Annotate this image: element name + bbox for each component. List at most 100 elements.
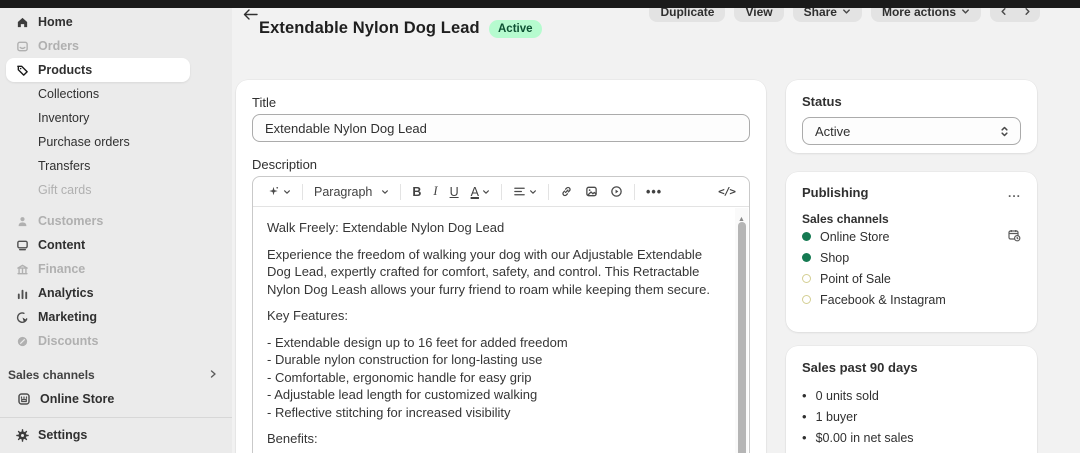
bold-button[interactable]: B xyxy=(408,182,425,202)
title-label: Title xyxy=(252,95,750,110)
chevron-down-icon xyxy=(961,7,970,16)
underline-button[interactable]: U xyxy=(446,182,463,202)
sidebar-item-label: Home xyxy=(38,15,73,29)
sidebar-item-discounts[interactable]: Discounts xyxy=(6,329,224,353)
align-left-icon xyxy=(513,185,526,198)
sidebar-item-orders[interactable]: Orders xyxy=(6,34,224,58)
gear-icon xyxy=(14,427,30,443)
storefront-icon xyxy=(16,391,32,407)
channel-label: Shop xyxy=(820,251,849,265)
show-html-button[interactable]: </> xyxy=(714,182,739,201)
sidebar-item-label: Inventory xyxy=(38,111,89,125)
discount-icon xyxy=(14,333,30,349)
sidebar-item-content[interactable]: Content xyxy=(6,233,224,257)
top-bar xyxy=(0,0,1080,8)
link-icon xyxy=(560,185,573,198)
schedule-icon[interactable] xyxy=(1007,228,1021,245)
chevron-down-icon xyxy=(842,7,851,16)
description-content[interactable]: Walk Freely: Extendable Nylon Dog Lead E… xyxy=(253,207,749,453)
editor-toolbar: Paragraph B I U A xyxy=(253,177,749,207)
status-card-title: Status xyxy=(802,94,1021,109)
sidebar-item-purchase-orders[interactable]: Purchase orders xyxy=(6,130,224,154)
inactive-channel-dot xyxy=(802,274,811,283)
inactive-channel-dot xyxy=(802,295,811,304)
sidebar-item-marketing[interactable]: Marketing xyxy=(6,305,224,329)
sidebar-item-label: Marketing xyxy=(38,310,97,324)
paragraph-style-label: Paragraph xyxy=(314,185,372,199)
insert-video-button[interactable] xyxy=(606,182,627,201)
sidebar-item-collections[interactable]: Collections xyxy=(6,82,224,106)
status-select[interactable]: Active xyxy=(802,117,1021,145)
sidebar-item-label: Customers xyxy=(38,214,103,228)
sidebar-item-products[interactable]: Products xyxy=(6,58,190,82)
sidebar-item-settings[interactable]: Settings xyxy=(6,423,224,447)
home-icon xyxy=(14,14,30,30)
sidebar-item-transfers[interactable]: Transfers xyxy=(6,154,224,178)
video-play-icon xyxy=(610,185,623,198)
title-input[interactable] xyxy=(252,114,750,142)
sidebar-item-inventory[interactable]: Inventory xyxy=(6,106,224,130)
sales-stat: 0 units sold xyxy=(802,385,1021,406)
sidebar-item-label: Gift cards xyxy=(38,183,92,197)
sidebar-item-label: Collections xyxy=(38,87,99,101)
status-select-value: Active xyxy=(815,124,850,139)
sidebar-item-label: Content xyxy=(38,238,85,252)
italic-button[interactable]: I xyxy=(429,181,441,202)
publishing-card-title: Publishing xyxy=(802,185,868,200)
active-channel-dot xyxy=(802,253,811,262)
sidebar-item-label: Analytics xyxy=(38,286,94,300)
channel-label: Facebook & Instagram xyxy=(820,293,946,307)
text-color-glyph: A xyxy=(471,185,479,199)
sales-past-90-days-card: Sales past 90 days 0 units sold 1 buyer … xyxy=(786,346,1037,453)
channel-row-online-store: Online Store xyxy=(802,226,1021,247)
editor-scrollbar[interactable]: ▲ xyxy=(735,208,748,453)
sales-card-title: Sales past 90 days xyxy=(802,360,1021,375)
feature-line: - Reflective stitching for increased vis… xyxy=(267,404,723,422)
link-button[interactable] xyxy=(556,182,577,201)
product-details-card: Title Description Paragraph B I U xyxy=(236,80,766,453)
channel-row-shop: Shop xyxy=(802,247,1021,268)
insert-image-button[interactable] xyxy=(581,182,602,201)
sidebar-item-customers[interactable]: Customers xyxy=(6,209,224,233)
paragraph-style-dropdown[interactable]: Paragraph xyxy=(310,182,393,202)
toolbar-more-button[interactable]: ••• xyxy=(642,182,666,202)
sidebar-item-online-store[interactable]: Online Store xyxy=(6,387,224,411)
bar-chart-icon xyxy=(14,285,30,301)
shopify-product-page: Home Orders Products Collections Invento… xyxy=(0,0,1080,453)
chevron-down-icon xyxy=(381,188,389,196)
image-icon xyxy=(585,185,598,198)
sales-stats-list: 0 units sold 1 buyer $0.00 in net sales xyxy=(802,385,1021,448)
bank-icon xyxy=(14,261,30,277)
feature-line: - Durable nylon construction for long-la… xyxy=(267,351,723,369)
text-color-button[interactable]: A xyxy=(467,182,494,202)
marketing-icon xyxy=(14,309,30,325)
sales-channels-subtitle: Sales channels xyxy=(802,212,1021,226)
sales-stat: 1 buyer xyxy=(802,406,1021,427)
sidebar-item-home[interactable]: Home xyxy=(6,10,224,34)
description-heading: Walk Freely: Extendable Nylon Dog Lead xyxy=(267,219,723,237)
scrollbar-thumb[interactable] xyxy=(738,222,746,453)
feature-line: - Adjustable lead length for customized … xyxy=(267,386,723,404)
sales-channels-header[interactable]: Sales channels xyxy=(8,363,218,387)
sales-channels-label: Sales channels xyxy=(8,368,95,382)
sidebar-item-label: Products xyxy=(38,63,92,77)
ai-magic-button[interactable] xyxy=(263,182,295,201)
sidebar-item-analytics[interactable]: Analytics xyxy=(6,281,224,305)
channel-row-point-of-sale: Point of Sale xyxy=(802,268,1021,289)
publishing-menu-button[interactable]: ... xyxy=(1008,186,1021,200)
sidebar-item-label: Settings xyxy=(38,428,87,442)
channel-row-facebook-instagram: Facebook & Instagram xyxy=(802,289,1021,310)
chevron-down-icon xyxy=(482,188,490,196)
sidebar-item-label: Online Store xyxy=(40,392,114,406)
alignment-button[interactable] xyxy=(509,182,541,201)
status-badge: Active xyxy=(489,20,542,38)
chevron-right-icon xyxy=(208,368,218,382)
feature-line: - Comfortable, ergonomic handle for easy… xyxy=(267,369,723,387)
status-card: Status Active xyxy=(786,80,1037,153)
content-icon xyxy=(14,237,30,253)
sidebar-divider xyxy=(0,417,232,418)
page-title: Extendable Nylon Dog Lead xyxy=(259,19,480,38)
sidebar-item-finance[interactable]: Finance xyxy=(6,257,224,281)
sidebar-item-gift-cards[interactable]: Gift cards xyxy=(6,178,224,202)
orders-icon xyxy=(14,38,30,54)
